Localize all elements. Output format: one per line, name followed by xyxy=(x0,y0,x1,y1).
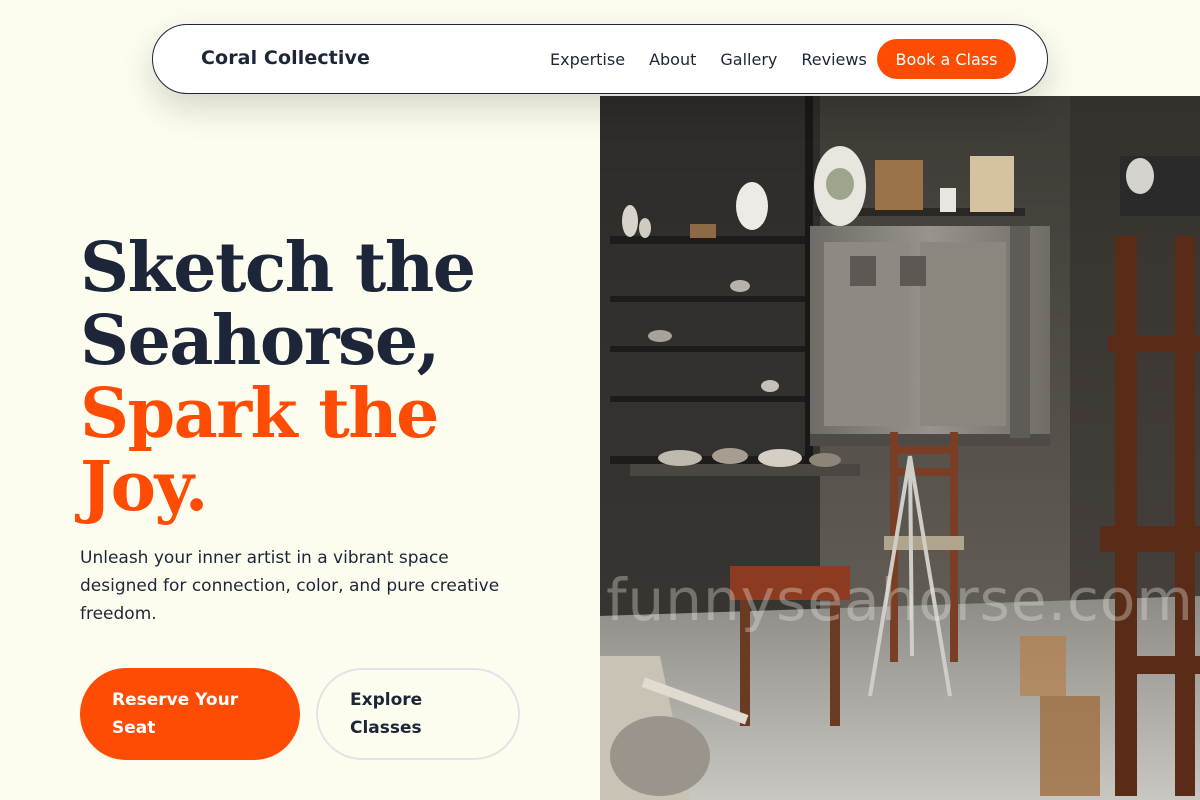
nav-links: Expertise About Gallery Reviews xyxy=(550,49,891,71)
landing-page: funnyseahorse.com Coral Collective Exper… xyxy=(0,0,1200,800)
hero-subtitle: Unleash your inner artist in a vibrant s… xyxy=(80,548,500,624)
nav-link-gallery[interactable]: Gallery xyxy=(720,49,777,71)
explore-classes-button[interactable]: Explore Classes xyxy=(316,668,520,760)
hero-studio-image: funnyseahorse.com xyxy=(600,96,1200,800)
headline-line-2: Seahorse, xyxy=(80,301,440,381)
headline-line-4: Joy. xyxy=(80,447,208,527)
reserve-seat-button[interactable]: Reserve Your Seat xyxy=(80,668,300,760)
headline-line-1: Sketch the xyxy=(80,228,476,308)
nav-link-about[interactable]: About xyxy=(649,49,696,71)
nav-link-reviews[interactable]: Reviews xyxy=(801,49,866,71)
top-navbar: Coral Collective Expertise About Gallery… xyxy=(152,24,1048,94)
headline-line-3: Spark the xyxy=(80,374,439,454)
brand-logo[interactable]: Coral Collective xyxy=(201,47,370,69)
book-class-button[interactable]: Book a Class xyxy=(877,39,1016,79)
hero-headline: Sketch the Seahorse, Spark the Joy. xyxy=(80,232,600,524)
studio-illustration xyxy=(600,96,1200,800)
nav-link-expertise[interactable]: Expertise xyxy=(550,49,625,71)
image-watermark: funnyseahorse.com xyxy=(606,566,1194,634)
